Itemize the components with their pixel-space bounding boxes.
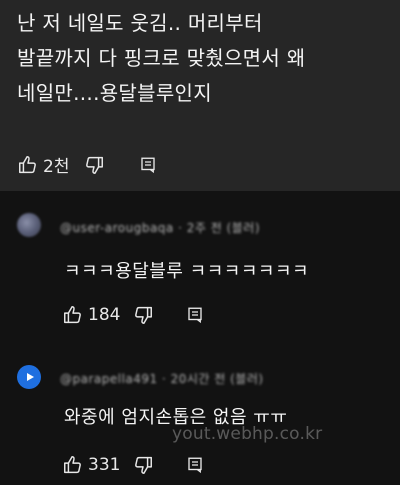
reply-actions: 184 <box>62 304 204 326</box>
thumbs-down-icon <box>86 156 104 174</box>
like-count: 331 <box>88 455 121 475</box>
reply-author-handle[interactable]: @user-arougbaqa · 2주 전 (블러) <box>60 219 260 236</box>
dislike-button[interactable] <box>132 454 154 476</box>
thumbs-up-icon <box>64 456 81 474</box>
like-count: 2천 <box>43 157 70 177</box>
dislike-button[interactable] <box>132 304 154 326</box>
reply-item: @parapella491 · 20시간 전 (블러) 와중에 엄지손톱은 없음… <box>0 341 400 485</box>
comment-actions: 2천 <box>17 152 157 177</box>
reply-item: @user-arougbaqa · 2주 전 (블러) ㅋㅋㅋ용달블루 ㅋㅋㅋㅋ… <box>0 191 400 341</box>
reply-button[interactable] <box>139 156 157 174</box>
avatar[interactable] <box>17 365 41 389</box>
watermark: yout.webhp.co.kr <box>172 424 323 444</box>
thumbs-down-icon <box>135 456 153 474</box>
like-count: 184 <box>88 305 121 325</box>
comment-text: 난 저 네일도 웃김.. 머리부터 발끝까지 다 핑크로 맞췄으면서 왜 네일만… <box>17 11 306 105</box>
like-button[interactable]: 2천 <box>17 152 69 177</box>
dislike-button[interactable] <box>83 154 105 176</box>
avatar[interactable] <box>17 213 41 237</box>
reply-author-handle[interactable]: @parapella491 · 20시간 전 (블러) <box>60 370 264 387</box>
reply-icon <box>188 307 203 324</box>
thumbs-up-icon <box>64 306 81 324</box>
like-button[interactable]: 184 <box>62 304 120 326</box>
reply-icon <box>141 157 156 173</box>
reply-button[interactable] <box>186 456 204 474</box>
top-comment: 난 저 네일도 웃김.. 머리부터 발끝까지 다 핑크로 맞췄으면서 왜 네일만… <box>0 0 400 191</box>
like-button[interactable]: 331 <box>62 454 120 476</box>
reply-icon <box>188 457 203 474</box>
thumbs-down-icon <box>135 306 153 324</box>
reply-text: ㅋㅋㅋ용달블루 ㅋㅋㅋㅋㅋㅋㅋ <box>64 261 310 282</box>
reply-actions: 331 <box>62 454 204 476</box>
play-icon <box>27 373 34 381</box>
thumbs-up-icon <box>19 155 36 173</box>
reply-button[interactable] <box>186 306 204 324</box>
